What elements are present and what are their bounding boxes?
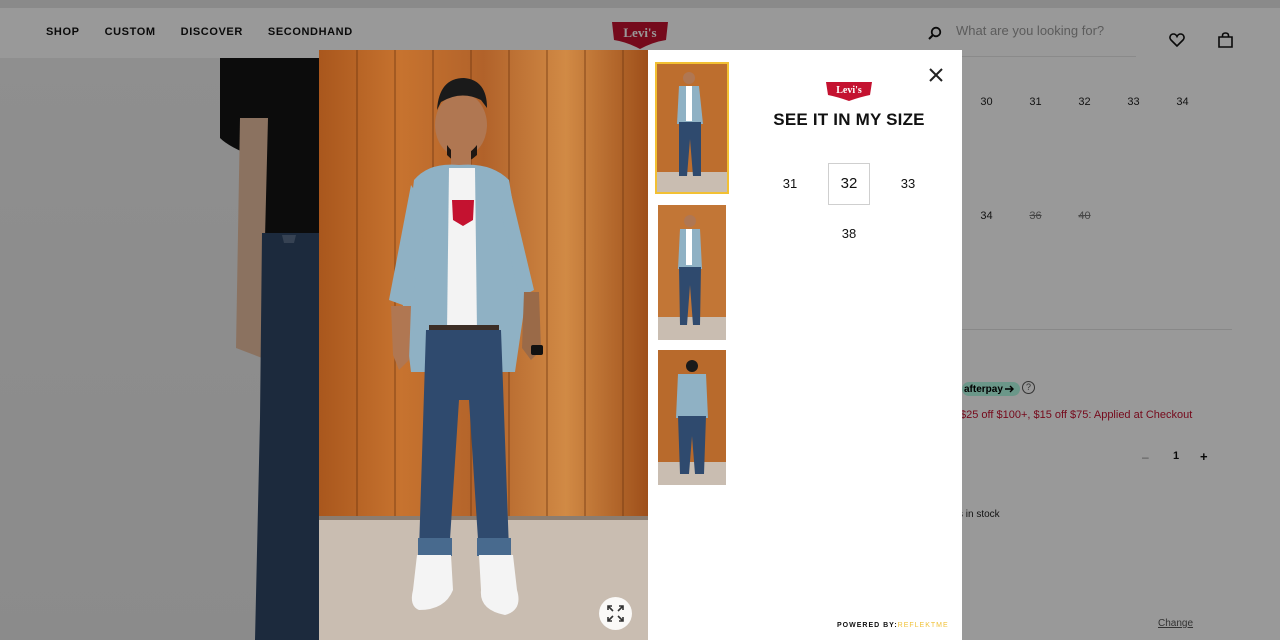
modal-title: SEE IT IN MY SIZE [773, 110, 925, 129]
model-photo-main [319, 50, 648, 640]
powered-by-label: POWERED BY: [837, 622, 898, 629]
logo-text: Levi's [836, 85, 862, 96]
thumbnail-angle[interactable] [658, 205, 726, 340]
size-option-33[interactable]: 33 [887, 163, 929, 205]
thumbnail-back[interactable] [658, 350, 726, 485]
size-option-31[interactable]: 31 [769, 163, 811, 205]
size-option-32-selected[interactable]: 32 [828, 163, 870, 205]
expand-button[interactable] [599, 597, 632, 630]
close-icon[interactable] [927, 66, 945, 84]
size-option-38[interactable]: 38 [828, 213, 870, 255]
reflektme-brand[interactable]: REFLEKTME [898, 622, 949, 629]
powered-by: POWERED BY:REFLEKTME [837, 622, 949, 629]
see-it-in-my-size-modal: Levi's SEE IT IN MY SIZE 31 32 33 38 POW… [319, 50, 962, 640]
thumbnail-front[interactable] [655, 62, 729, 194]
levis-logo: Levi's [826, 82, 872, 101]
expand-icon [607, 605, 624, 622]
